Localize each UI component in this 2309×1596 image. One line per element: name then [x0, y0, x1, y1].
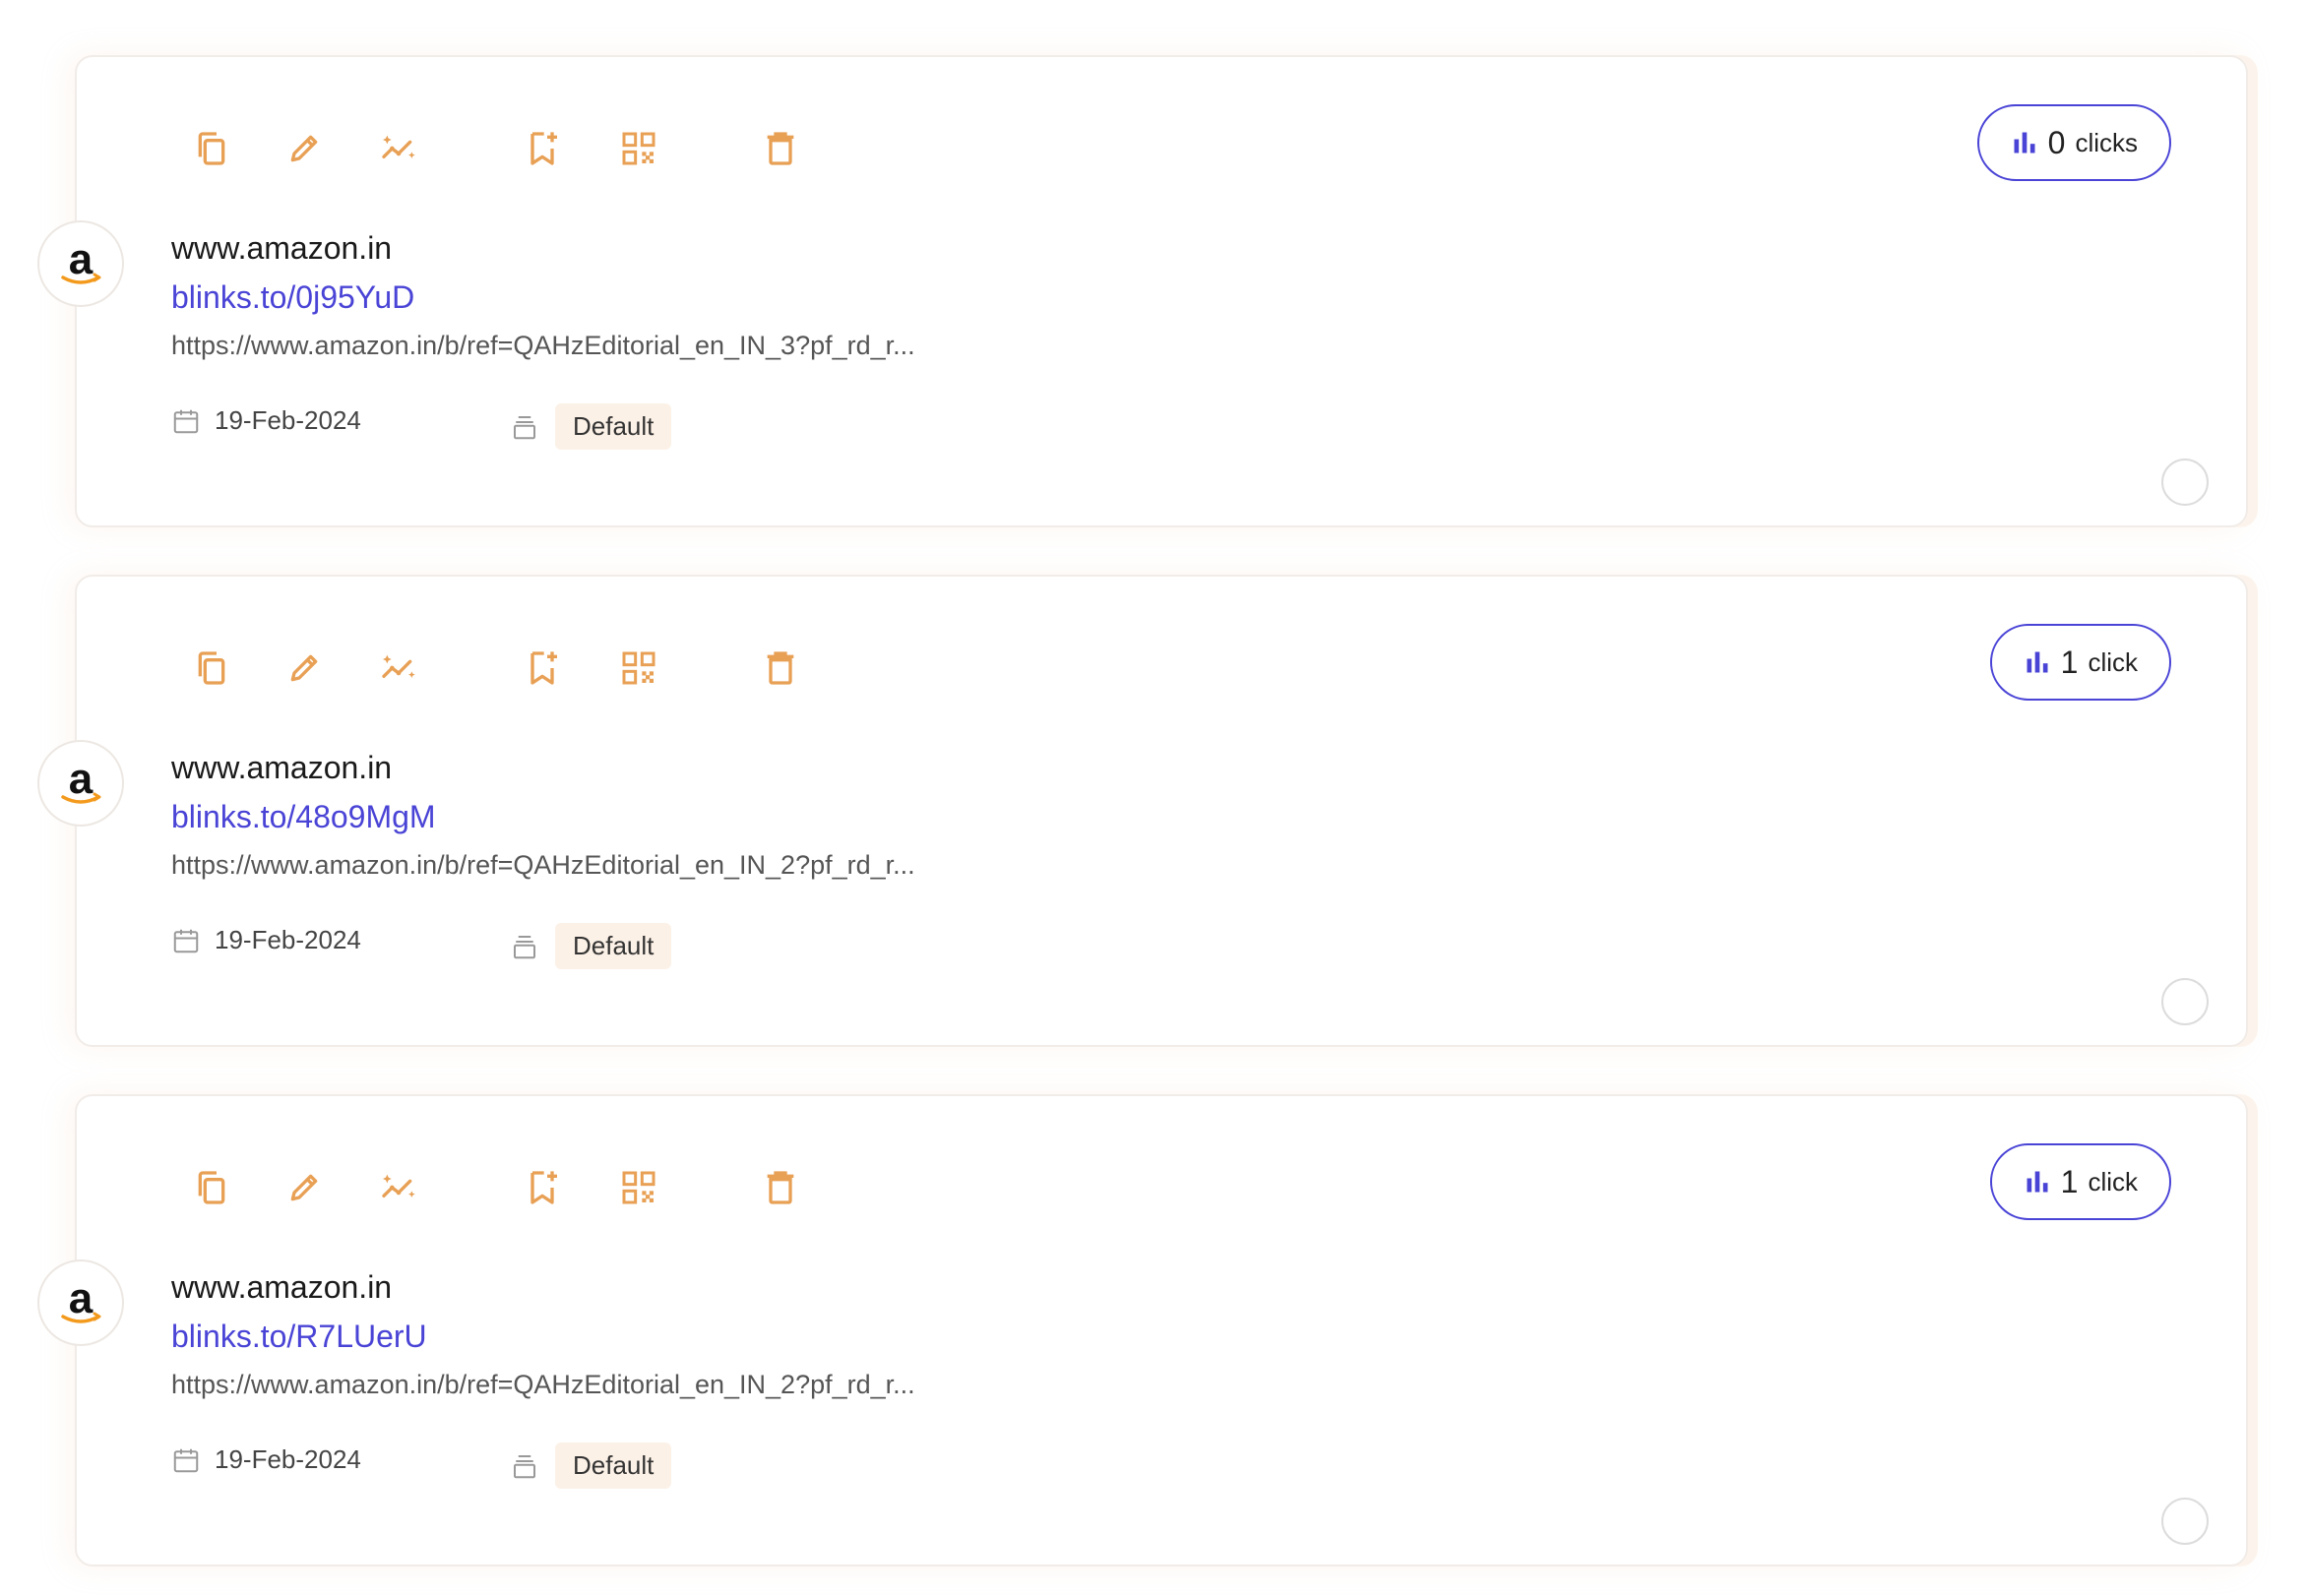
short-url-link[interactable]: blinks.to/48o9MgM — [171, 799, 436, 835]
clicks-count: 1 — [2060, 644, 2079, 680]
delete-icon — [767, 132, 794, 165]
amazon-logo: a — [37, 1259, 124, 1346]
analytics-button[interactable] — [372, 122, 425, 175]
clicks-label: click — [2088, 646, 2138, 677]
date-text: 19-Feb-2024 — [215, 925, 361, 954]
svg-text:a: a — [69, 235, 94, 283]
date-text: 19-Feb-2024 — [215, 1444, 361, 1474]
edit-button[interactable] — [278, 642, 331, 695]
amazon-logo: a — [37, 740, 124, 827]
link-domain: www.amazon.in — [171, 230, 393, 266]
amazon-logo: a — [37, 220, 124, 307]
folder-stack-icon — [514, 415, 535, 439]
copy-icon — [198, 1171, 225, 1204]
link-domain: www.amazon.in — [171, 750, 393, 785]
clicks-label: clicks — [2075, 127, 2138, 157]
link-list: 0 clicks a www.amazon.in blinks.to/0j95Y… — [0, 0, 2309, 1596]
qr-code-button[interactable] — [612, 1161, 665, 1214]
edit-button[interactable] — [278, 122, 331, 175]
destination-url: https://www.amazon.in/b/ref=QAHzEditoria… — [171, 331, 915, 360]
edit-icon — [290, 654, 318, 682]
bookmark-button[interactable] — [516, 122, 569, 175]
amazon-logo-icon: a — [61, 755, 101, 804]
destination-url: https://www.amazon.in/b/ref=QAHzEditoria… — [171, 1370, 915, 1399]
folder-label[interactable]: Default — [555, 403, 672, 450]
copy-icon — [198, 132, 225, 165]
qr-code-button[interactable] — [612, 642, 665, 695]
amazon-logo-icon: a — [61, 235, 101, 284]
svg-text:a: a — [69, 755, 94, 803]
bar-chart-icon — [2027, 651, 2048, 673]
delete-icon — [767, 1171, 794, 1204]
delete-button[interactable] — [754, 122, 807, 175]
bookmark-button[interactable] — [516, 642, 569, 695]
date-text: 19-Feb-2024 — [215, 405, 361, 435]
clicks-button[interactable]: 1 click — [1989, 624, 2171, 701]
qr-code-button[interactable] — [612, 122, 665, 175]
link-domain: www.amazon.in — [171, 1269, 393, 1305]
copy-button[interactable] — [185, 1161, 238, 1214]
clicks-button[interactable]: 0 clicks — [1976, 104, 2171, 181]
folder-tag: Default — [510, 1443, 672, 1489]
analytics-sparkle-icon — [382, 135, 415, 158]
copy-button[interactable] — [185, 642, 238, 695]
card-toolbar — [77, 122, 963, 175]
link-card: 1 click a www.amazon.in blinks.to/R7LUer… — [37, 1094, 2248, 1566]
edit-icon — [290, 1174, 318, 1201]
copy-button[interactable] — [185, 122, 238, 175]
clicks-count: 0 — [2047, 124, 2066, 160]
short-url-link[interactable]: blinks.to/0j95YuD — [171, 279, 414, 316]
clicks-button[interactable]: 1 click — [1989, 1143, 2171, 1220]
card-toolbar — [77, 1161, 963, 1214]
bookmark-button[interactable] — [516, 1161, 569, 1214]
amazon-logo-icon: a — [61, 1274, 101, 1323]
folder-stack-icon — [514, 1454, 535, 1478]
created-date: 19-Feb-2024 — [171, 925, 361, 955]
calendar-icon — [173, 929, 199, 952]
bookmark-add-icon — [530, 132, 557, 165]
analytics-button[interactable] — [372, 642, 425, 695]
qr-code-icon — [622, 1171, 655, 1204]
folder-label[interactable]: Default — [555, 1443, 672, 1489]
svg-text:a: a — [69, 1274, 94, 1322]
bookmark-add-icon — [530, 1171, 557, 1204]
copy-icon — [198, 651, 225, 685]
delete-button[interactable] — [754, 642, 807, 695]
bar-chart-icon — [2014, 132, 2035, 153]
short-url-link[interactable]: blinks.to/R7LUerU — [171, 1319, 427, 1355]
folder-stack-icon — [514, 935, 535, 958]
analytics-sparkle-icon — [382, 654, 415, 678]
folder-label[interactable]: Default — [555, 923, 672, 969]
analytics-sparkle-icon — [382, 1174, 415, 1197]
folder-tag: Default — [510, 403, 672, 450]
created-date: 19-Feb-2024 — [171, 1444, 361, 1475]
link-card: 1 click a www.amazon.in blinks.to/48o9Mg… — [37, 575, 2248, 1047]
calendar-icon — [173, 1448, 199, 1472]
bar-chart-icon — [2027, 1171, 2048, 1193]
select-checkbox[interactable] — [2161, 459, 2209, 506]
clicks-count: 1 — [2060, 1163, 2079, 1199]
edit-button[interactable] — [278, 1161, 331, 1214]
qr-code-icon — [622, 132, 655, 165]
qr-code-icon — [622, 651, 655, 685]
select-checkbox[interactable] — [2161, 978, 2209, 1025]
folder-tag: Default — [510, 923, 672, 969]
calendar-icon — [173, 409, 199, 433]
analytics-button[interactable] — [372, 1161, 425, 1214]
delete-button[interactable] — [754, 1161, 807, 1214]
link-card: 0 clicks a www.amazon.in blinks.to/0j95Y… — [37, 55, 2248, 527]
bookmark-add-icon — [530, 651, 557, 685]
created-date: 19-Feb-2024 — [171, 405, 361, 436]
select-checkbox[interactable] — [2161, 1498, 2209, 1545]
destination-url: https://www.amazon.in/b/ref=QAHzEditoria… — [171, 850, 915, 880]
card-toolbar — [77, 642, 963, 695]
delete-icon — [767, 651, 794, 685]
edit-icon — [290, 135, 318, 162]
clicks-label: click — [2088, 1166, 2138, 1197]
